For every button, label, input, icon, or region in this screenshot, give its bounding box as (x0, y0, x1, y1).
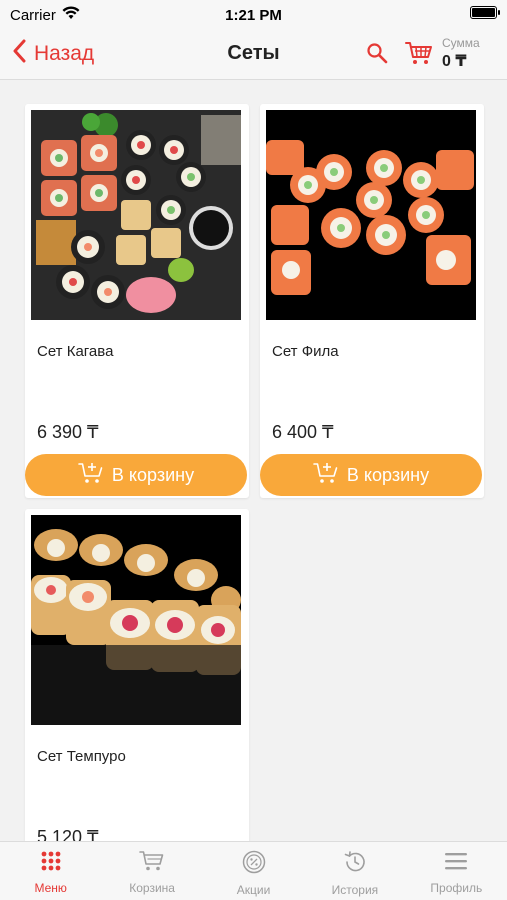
cart-icon (405, 42, 433, 70)
search-button[interactable] (366, 42, 388, 69)
tab-label: История (331, 883, 379, 897)
tab-label: Меню (34, 881, 67, 895)
tab-label: Профиль (430, 881, 483, 895)
product-grid: Сет Кагава 6 390 ₸ В корзину Сет Фила 6 … (0, 81, 507, 841)
product-name: Сет Кагава (37, 343, 114, 360)
menu-grid-icon (40, 850, 62, 877)
cart-add-icon (313, 461, 339, 490)
status-time: 1:21 PM (225, 6, 282, 24)
history-icon (343, 850, 367, 879)
sum-label: Сумма (442, 36, 480, 50)
product-card[interactable]: Сет Кагава 6 390 ₸ В корзину (25, 104, 249, 498)
cart-add-icon (78, 461, 104, 490)
product-image-tempuro (31, 515, 241, 725)
search-icon (366, 43, 388, 68)
nav-bar: Назад Сеты Сумма 0 ₸ (0, 30, 507, 80)
cart-icon (139, 850, 165, 877)
tab-label: Акции (236, 883, 271, 897)
tab-cart[interactable]: Корзина (101, 842, 202, 900)
tab-label: Корзина (129, 881, 175, 895)
cart-button[interactable] (405, 40, 433, 71)
tab-menu[interactable]: Меню (0, 842, 101, 900)
sum-value: 0 ₸ (442, 53, 467, 70)
add-to-cart-label: В корзину (111, 464, 195, 485)
product-card[interactable]: Сет Темпуро 5 120 ₸ (25, 509, 249, 841)
tab-bar: Меню Корзина Акции История Профиль (0, 841, 507, 900)
product-name: Сет Фила (272, 343, 339, 360)
product-price: 5 120 ₸ (37, 827, 99, 841)
tab-profile[interactable]: Профиль (406, 842, 507, 900)
discount-icon (242, 850, 266, 879)
product-name: Сет Темпуро (37, 748, 126, 765)
tab-history[interactable]: История (304, 842, 405, 900)
product-price: 6 400 ₸ (272, 422, 334, 442)
add-to-cart-button[interactable]: В корзину (25, 454, 247, 496)
tab-promotions[interactable]: Акции (203, 842, 304, 900)
status-bar: Carrier 1:21 PM (0, 0, 507, 30)
product-image-kagawa (31, 110, 241, 320)
add-to-cart-label: В корзину (346, 464, 430, 485)
product-price: 6 390 ₸ (37, 422, 99, 442)
product-image-fila (266, 110, 476, 320)
cart-sum: Сумма 0 ₸ (442, 36, 480, 71)
hamburger-icon (444, 850, 468, 877)
add-to-cart-button[interactable]: В корзину (260, 454, 482, 496)
battery-icon (470, 6, 500, 19)
product-card[interactable]: Сет Фила 6 400 ₸ В корзину (260, 104, 484, 498)
